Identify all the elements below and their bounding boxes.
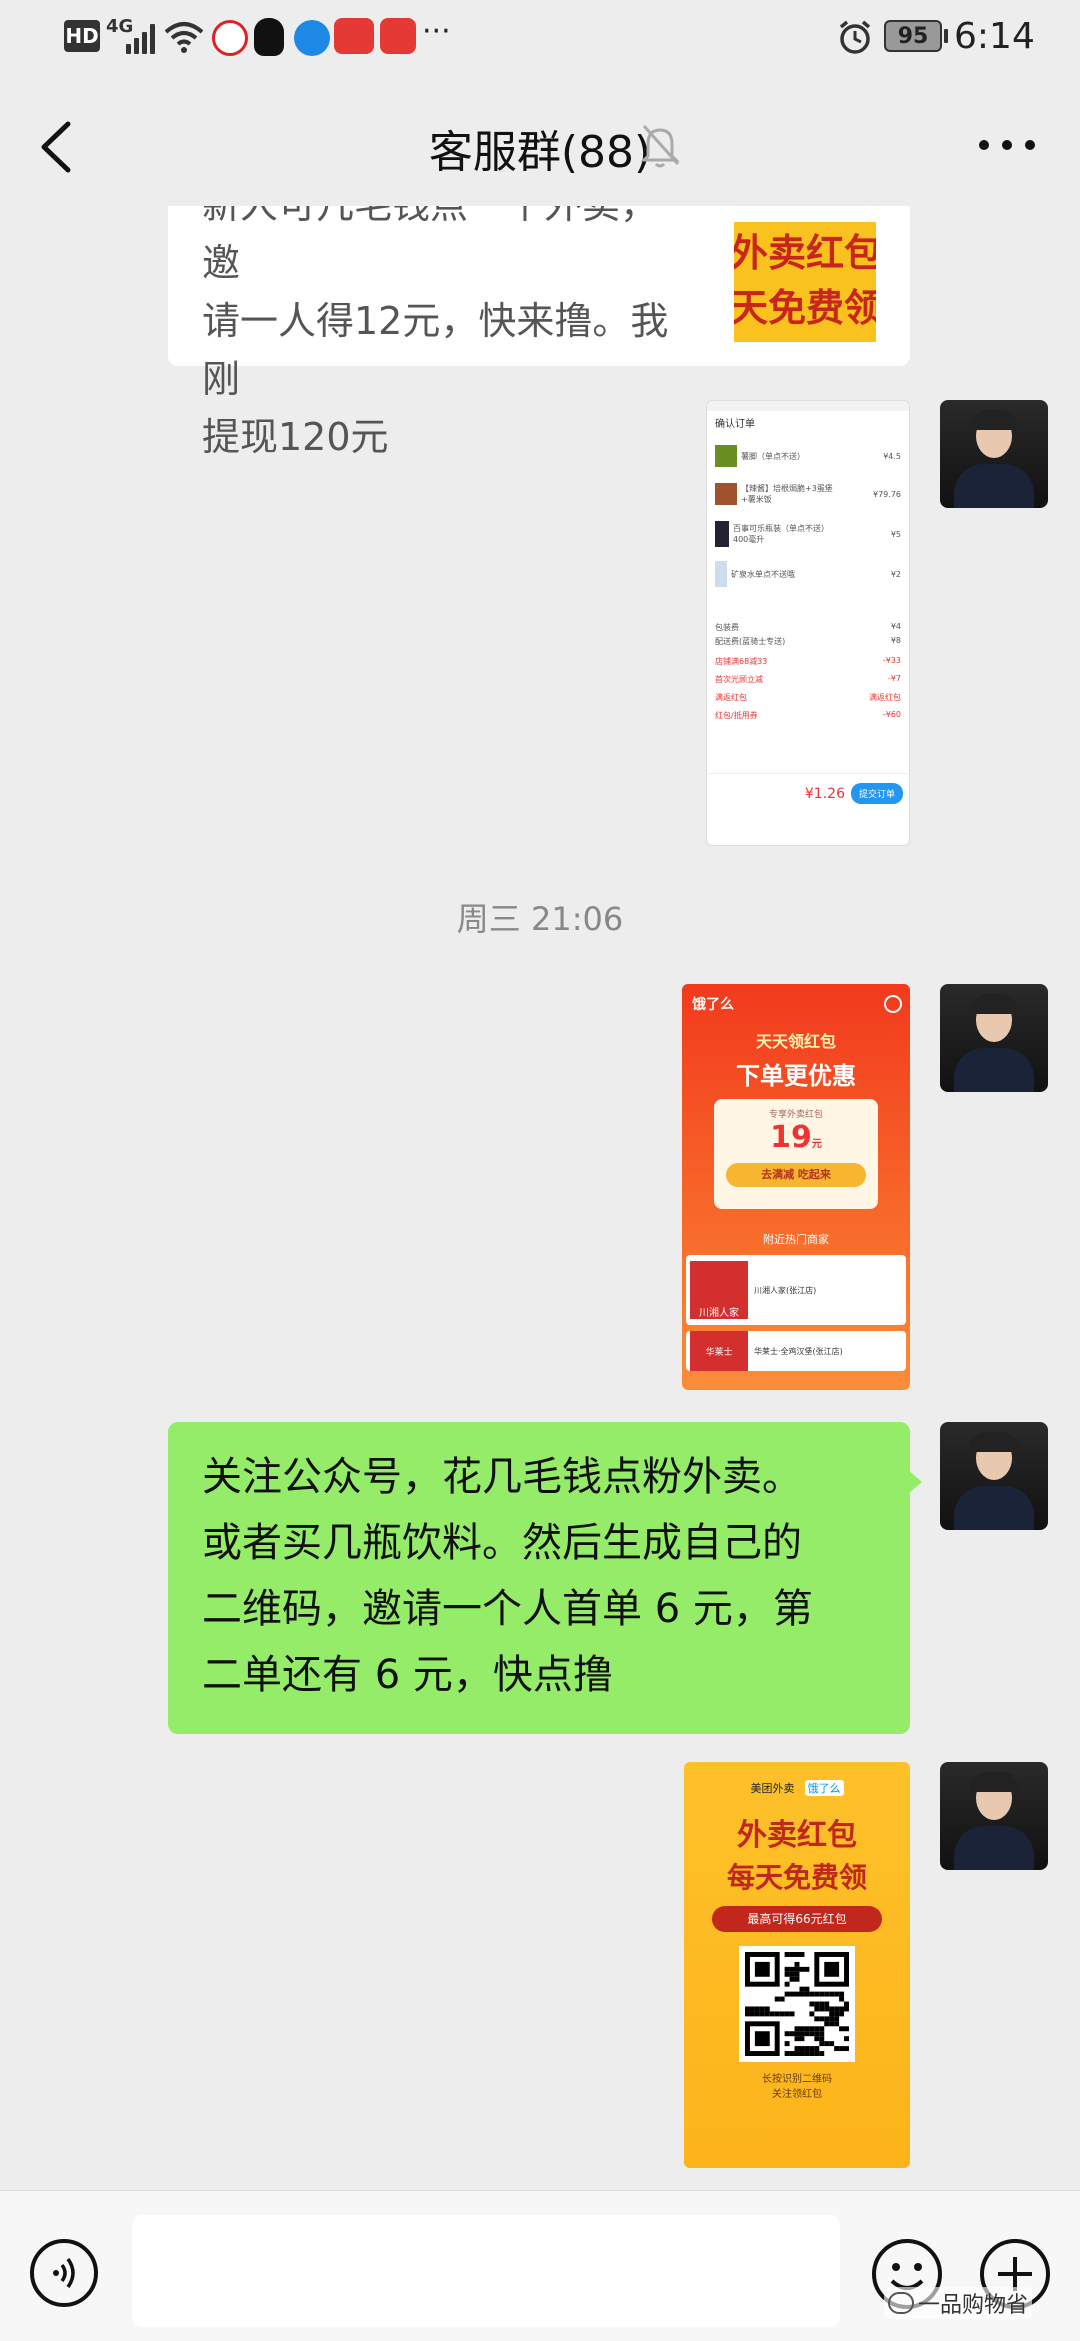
battery-tip [944,29,948,43]
avatar[interactable] [940,984,1048,1092]
poster-caption: 长按识别二维码 [762,2074,832,2085]
status-bar: HD 4G ··· 95 6:14 [0,0,1080,76]
qq-icon [254,18,284,56]
shop-card: 华莱士 华莱士·全鸡汉堡(张江店) [686,1331,906,1371]
image-message-qr-poster[interactable]: 美团外卖 饿了么 外卖红包 每天免费领 最高可得66元红包 长按识别二维码 关注… [684,1762,910,2168]
message-text-line: 提现120元 [202,415,389,459]
eleme-logo: 饿了么 [804,1780,844,1796]
order-discount: 红包/抵用券 -¥60 [715,710,901,720]
message-list[interactable]: 新人可几毛钱点一个外卖，邀 请一人得12元，快来撸。我刚 提现120元 外卖红包… [0,206,1080,2190]
coupon-cta: 去满减 吃起来 [726,1163,866,1187]
banner-main: 下单更优惠 [736,1062,856,1090]
avatar[interactable] [940,1762,1048,1870]
thumbnail-text: 天免费领 [734,286,876,330]
book-app-icon [380,18,416,54]
alarm-icon [839,20,871,54]
message-input[interactable] [132,2215,840,2327]
order-title: 确认订单 [715,419,755,430]
message-text-line: 请一人得12元，快来撸。我刚 [202,299,669,401]
browser-icon [294,20,330,56]
poster-headline: 外卖红包 [737,1818,857,1853]
target-icon [884,995,902,1013]
message-text-line: 或者买几瓶饮料。然后生成自己的 [202,1520,802,1566]
mute-bell-icon [640,124,680,168]
shop-name: 川湘人家(张江店) [754,1285,817,1295]
image-message-eleme-poster[interactable]: 饿了么 天天领红包 下单更优惠 专享外卖红包 19元 去满减 吃起来 附近热门商… [682,984,910,1390]
voice-input-button[interactable] [28,2237,100,2309]
shop-logo: 华莱士 [690,1331,748,1371]
shop-card: 川湘人家 川湘人家(张江店) [686,1255,906,1325]
battery-icon: 95 [884,20,942,52]
order-discount: 满返红包 满返红包 [715,693,901,702]
thumbnail-text: 外卖红包 [734,231,876,275]
timestamp: 周三 21:06 [456,900,624,938]
poster-headline: 每天免费领 [726,1861,867,1894]
banner-top: 天天领红包 [755,1032,836,1051]
order-total: ¥1.26 [804,785,845,802]
order-fee: 配送费(蓝骑士专送) ¥8 [715,636,901,646]
coupon-amount: 19 [770,1120,812,1155]
message-bubble-incoming[interactable]: 新人可几毛钱点一个外卖，邀 请一人得12元，快来撸。我刚 提现120元 外卖红包… [168,206,910,459]
bubble-tail [908,1470,922,1494]
watermark: 一品购物省 [884,2287,1033,2319]
order-discount: 首次光顾立减 -¥7 [715,674,901,684]
message-text-line: 二维码，邀请一个人首单 6 元，第 [202,1586,813,1632]
meituan-logo: 美团外卖 [750,1782,795,1795]
qr-code [739,1946,855,2062]
order-discount: 店铺满68减33 -¥33 [715,656,901,666]
qr-code-pattern [745,1952,849,2056]
order-item: 【辣酱】培根焗脆+3蛋堡+薯米饭 ¥79.76 [715,474,901,514]
avatar[interactable] [940,400,1048,508]
more-notifications-indicator: ··· [422,14,451,49]
message-text-line: 二单还有 6 元，快点撸 [202,1652,613,1698]
coupon-label: 专享外卖红包 [768,1110,823,1120]
chat-header: 客服群(88) [0,76,1080,206]
shop-logo: 川湘人家 [690,1261,748,1319]
order-fee: 包装费 ¥4 [715,622,901,632]
shopping-app-icon [334,18,374,54]
shop-name: 华莱士·全鸡汉堡(张江店) [754,1346,843,1356]
section-label: 附近热门商家 [763,1233,829,1246]
order-item: 矿泉水单点不送哦 ¥2 [715,554,901,594]
submit-order-label: 提交订单 [850,783,903,804]
more-options-button[interactable] [972,122,1042,168]
image-message-order-screenshot[interactable]: 确认订单 薯脚（单点不送） ¥4.5 【辣酱】培根焗脆+3蛋堡+薯米饭 ¥79.76… [706,400,910,846]
message-text-line: 新人可几毛钱点一个外卖，邀 [202,206,658,285]
hd-badge: HD [64,20,100,52]
wifi-icon [164,22,204,53]
signal-icon [126,22,158,54]
message-bubble-outgoing[interactable]: 关注公众号，花几毛钱点粉外卖。 或者买几瓶饮料。然后生成自己的 二维码，邀请一个… [168,1422,910,1734]
message-text-line: 关注公众号，花几毛钱点粉外卖。 [202,1454,802,1500]
poster-badge: 最高可得66元红包 [712,1906,882,1932]
chat-title: 客服群(88) [428,127,652,178]
clock: 6:14 [954,16,1035,57]
eleme-logo: 饿了么 [692,997,734,1013]
avatar[interactable] [940,1422,1048,1530]
link-card-thumbnail: 外卖红包 天免费领 [734,206,876,342]
order-item: 薯脚（单点不送） ¥4.5 [715,438,901,474]
wechat-logo-icon [888,2292,914,2314]
coupon-unit: 元 [811,1139,822,1150]
order-item: 百事可乐瓶装（单点不送）400毫升 ¥5 [715,514,901,554]
poster-caption: 关注领红包 [772,2089,822,2100]
input-bar: 一品购物省 [0,2190,1080,2341]
app-notification-icon [212,20,248,56]
